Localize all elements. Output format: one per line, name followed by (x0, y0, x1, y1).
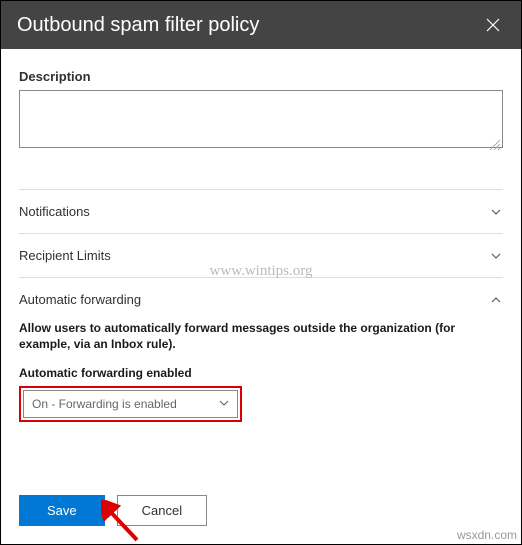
auto-forwarding-sublabel: Automatic forwarding enabled (19, 366, 503, 380)
section-automatic-forwarding[interactable]: Automatic forwarding (19, 277, 503, 321)
cancel-button[interactable]: Cancel (117, 495, 207, 526)
description-label: Description (19, 69, 503, 84)
chevron-up-icon (489, 293, 503, 307)
panel-header: Outbound spam filter policy (1, 1, 521, 49)
recipient-limits-title: Recipient Limits (19, 248, 111, 263)
select-value: On - Forwarding is enabled (32, 397, 177, 411)
footer-actions: Save Cancel (19, 495, 207, 526)
close-button[interactable] (481, 13, 505, 37)
description-input[interactable] (19, 90, 503, 148)
chevron-down-icon (489, 205, 503, 219)
panel-title: Outbound spam filter policy (17, 14, 259, 37)
save-button[interactable]: Save (19, 495, 105, 526)
panel-content: Description Notifications Recipient Limi… (1, 49, 521, 432)
notifications-title: Notifications (19, 204, 90, 219)
description-wrap (19, 90, 503, 153)
close-icon (486, 18, 500, 32)
source-domain: wsxdn.com (457, 528, 517, 542)
auto-forwarding-select[interactable]: On - Forwarding is enabled (23, 390, 238, 418)
section-notifications[interactable]: Notifications (19, 189, 503, 233)
chevron-down-icon (219, 397, 229, 411)
chevron-down-icon (489, 249, 503, 263)
highlight-box: On - Forwarding is enabled (19, 386, 242, 422)
section-recipient-limits[interactable]: Recipient Limits (19, 233, 503, 277)
auto-forwarding-title: Automatic forwarding (19, 292, 141, 307)
auto-forwarding-content: Allow users to automatically forward mes… (19, 321, 503, 432)
auto-forwarding-help: Allow users to automatically forward mes… (19, 321, 503, 352)
